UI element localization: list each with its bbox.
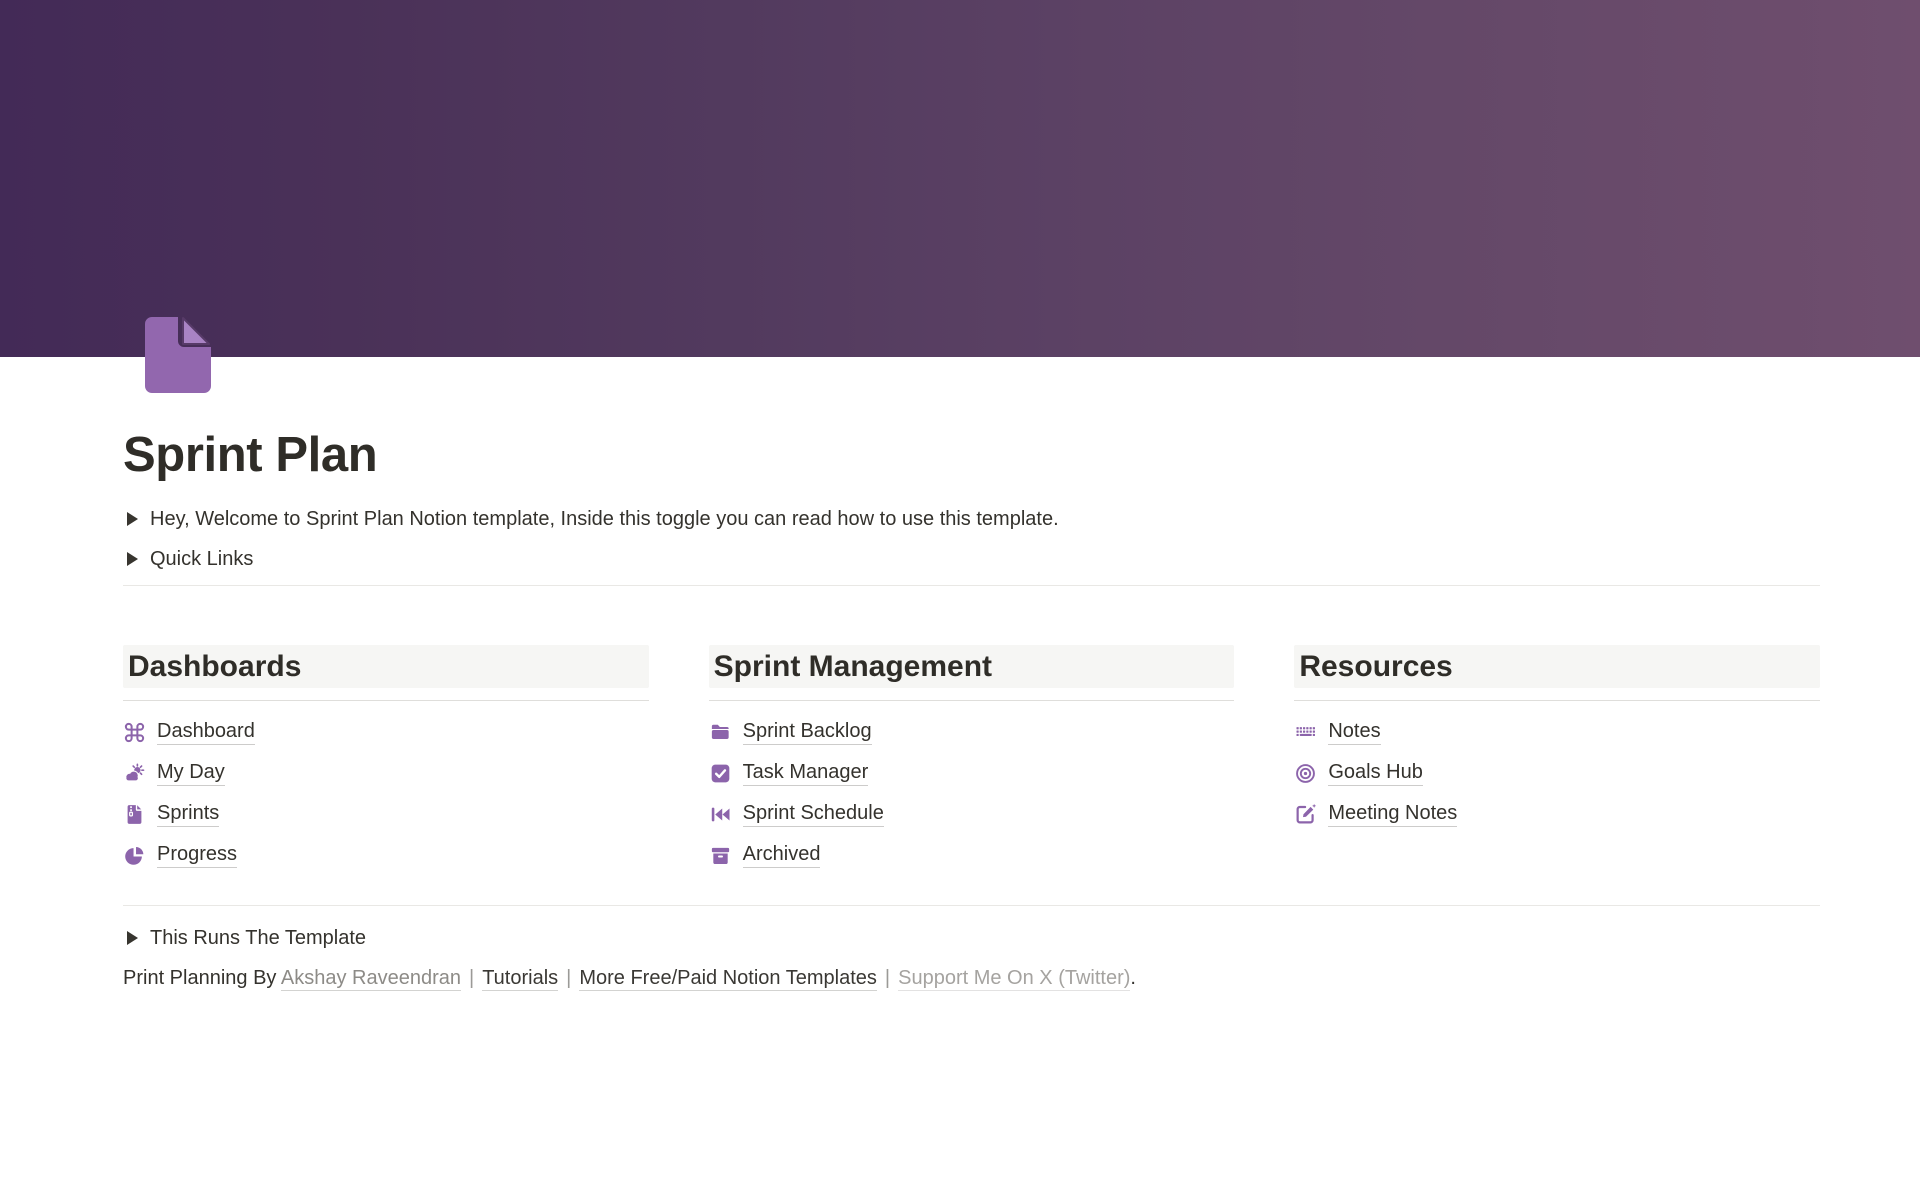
runs-template-toggle[interactable]: This Runs The Template xyxy=(123,920,1820,956)
page-link[interactable]: Task Manager xyxy=(743,761,869,786)
page-body: Sprint Plan Hey, Welcome to Sprint Plan … xyxy=(123,357,1820,994)
page-title[interactable]: Sprint Plan xyxy=(123,357,1820,485)
list-item: Task Manager xyxy=(709,753,1235,794)
page-link[interactable]: Dashboard xyxy=(157,720,255,745)
section: Dashboards Dashboard My Day Sprints Prog… xyxy=(123,645,649,876)
runs-template-toggle-label[interactable]: This Runs The Template xyxy=(150,920,366,956)
list-item: Progress xyxy=(123,835,649,876)
toggle-triangle-icon[interactable] xyxy=(127,512,138,526)
section-header-divider xyxy=(1294,700,1820,701)
list-item: Goals Hub xyxy=(1294,753,1820,794)
section-list: Sprint Backlog Task Manager Sprint Sched… xyxy=(709,712,1235,876)
command-icon xyxy=(123,721,146,744)
toggle-list: Hey, Welcome to Sprint Plan Notion templ… xyxy=(123,499,1820,579)
list-item: My Day xyxy=(123,753,649,794)
page-link[interactable]: Sprint Backlog xyxy=(743,720,872,745)
page-cover xyxy=(0,0,1920,357)
section-list: Dashboard My Day Sprints Progress xyxy=(123,712,649,876)
page-link[interactable]: Sprints xyxy=(157,802,219,827)
checkbox-checked-icon xyxy=(709,762,732,785)
list-item: Sprint Backlog xyxy=(709,712,1235,753)
footer-separator: | xyxy=(461,967,482,989)
section-title: Resources xyxy=(1294,645,1820,688)
divider xyxy=(123,585,1820,586)
footer-link[interactable]: Tutorials xyxy=(482,967,558,991)
section-header-divider xyxy=(709,700,1235,701)
toggle-triangle-icon[interactable] xyxy=(127,552,138,566)
section-title: Sprint Management xyxy=(709,645,1235,688)
page-link[interactable]: Notes xyxy=(1328,720,1380,745)
section-header-divider xyxy=(123,700,649,701)
toggle-triangle-icon[interactable] xyxy=(127,931,138,945)
page-link[interactable]: Sprint Schedule xyxy=(743,802,884,827)
pie-chart-icon xyxy=(123,844,146,867)
page-link[interactable]: Progress xyxy=(157,843,237,868)
section: Sprint Management Sprint Backlog Task Ma… xyxy=(709,645,1235,876)
welcome-toggle[interactable]: Hey, Welcome to Sprint Plan Notion templ… xyxy=(123,499,1820,539)
list-item: Notes xyxy=(1294,712,1820,753)
target-icon xyxy=(1294,762,1317,785)
quick-links-toggle-label[interactable]: Quick Links xyxy=(150,539,253,579)
sun-behind-cloud-icon xyxy=(123,762,146,785)
list-item: Meeting Notes xyxy=(1294,794,1820,835)
list-item: Dashboard xyxy=(123,712,649,753)
page-link[interactable]: Goals Hub xyxy=(1328,761,1423,786)
credit-line: Print Planning By Akshay Raveendran|Tuto… xyxy=(123,962,1820,994)
quick-links-toggle[interactable]: Quick Links xyxy=(123,539,1820,579)
footer-link[interactable]: Akshay Raveendran xyxy=(281,967,461,991)
edit-pencil-icon xyxy=(1294,803,1317,826)
skip-back-icon xyxy=(709,803,732,826)
divider xyxy=(123,905,1820,906)
footer-separator: | xyxy=(877,967,898,989)
list-item: Archived xyxy=(709,835,1235,876)
footer-separator: | xyxy=(558,967,579,989)
footer-link[interactable]: Support Me On X (Twitter) xyxy=(898,967,1130,991)
footer-link[interactable]: More Free/Paid Notion Templates xyxy=(579,967,877,991)
file-zip-icon xyxy=(123,803,146,826)
list-item: Sprints xyxy=(123,794,649,835)
section-list: Notes Goals Hub Meeting Notes xyxy=(1294,712,1820,835)
credit-suffix: . xyxy=(1130,967,1136,989)
archive-box-icon xyxy=(709,844,732,867)
credit-links: Akshay Raveendran|Tutorials|More Free/Pa… xyxy=(281,967,1131,991)
page-link[interactable]: Meeting Notes xyxy=(1328,802,1457,827)
page-link[interactable]: My Day xyxy=(157,761,225,786)
section-title: Dashboards xyxy=(123,645,649,688)
credit-prefix: Print Planning By xyxy=(123,967,281,989)
keyboard-icon xyxy=(1294,721,1317,744)
columns-grid: Dashboards Dashboard My Day Sprints Prog… xyxy=(123,645,1820,876)
list-item: Sprint Schedule xyxy=(709,794,1235,835)
welcome-toggle-label[interactable]: Hey, Welcome to Sprint Plan Notion templ… xyxy=(150,499,1059,539)
page-link[interactable]: Archived xyxy=(743,843,821,868)
open-folder-icon xyxy=(709,721,732,744)
section: Resources Notes Goals Hub Meeting Notes xyxy=(1294,645,1820,876)
